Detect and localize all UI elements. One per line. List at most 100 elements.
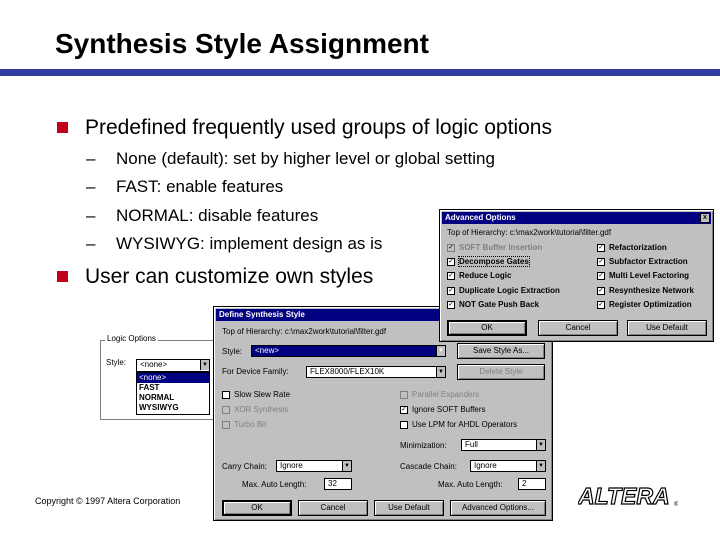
device-family-label: For Device Family:: [222, 367, 289, 376]
sub-item-text: NORMAL: disable features: [116, 206, 319, 225]
list-item[interactable]: NORMAL: [137, 393, 209, 403]
minimization-combo[interactable]: Full ▼: [461, 439, 546, 451]
style-label: Style:: [222, 347, 243, 356]
copyright-text: Copyright © 1997 Altera Corporation: [35, 496, 181, 506]
parallel-expanders-label: Parallel Expanders: [412, 390, 480, 399]
multi-level-factoring-label: Multi Level Factoring: [609, 271, 690, 280]
dash: –: [86, 234, 96, 253]
check-icon: ✓: [598, 301, 604, 308]
slow-slew-label: Slow Slew Rate: [234, 390, 291, 399]
carry-chain-label: Carry Chain:: [222, 462, 267, 471]
logo-registered-mark: ®: [674, 501, 678, 508]
dialog-title-bar: Advanced Options x: [442, 212, 711, 224]
turbo-bit-checkbox[interactable]: [222, 421, 230, 429]
top-of-hierarchy-label: Top of Hierarchy: c:\max2work\tutorial\f…: [447, 228, 612, 237]
cascade-chain-label: Cascade Chain:: [400, 462, 457, 471]
chevron-down-icon[interactable]: ▼: [536, 461, 545, 471]
register-optimization-checkbox[interactable]: ✓: [597, 301, 605, 309]
combo-value: Ignore: [474, 461, 497, 470]
multi-level-factoring-checkbox[interactable]: ✓: [597, 272, 605, 280]
list-item[interactable]: WYSIWYG: [137, 403, 209, 413]
slow-slew-checkbox[interactable]: [222, 391, 230, 399]
advanced-options-dialog: Advanced Options x Top of Hierarchy: c:\m…: [439, 209, 714, 342]
chevron-down-icon[interactable]: ▼: [436, 367, 445, 377]
dash: –: [86, 177, 96, 196]
combo-value: FLEX8000/FLEX10K: [310, 367, 385, 376]
max-auto-length-input[interactable]: 32: [324, 478, 352, 490]
check-icon: ✓: [598, 244, 604, 251]
parallel-expanders-checkbox[interactable]: [400, 391, 408, 399]
soft-buffer-insertion-checkbox[interactable]: ✓: [447, 244, 455, 252]
refactorization-label: Refactorization: [609, 243, 667, 252]
combo-value: Full: [465, 440, 478, 449]
list-item[interactable]: FAST: [137, 383, 209, 393]
use-lpm-checkbox[interactable]: [400, 421, 408, 429]
resynthesize-network-checkbox[interactable]: ✓: [597, 287, 605, 295]
duplicate-logic-extraction-checkbox[interactable]: ✓: [447, 287, 455, 295]
not-gate-push-back-checkbox[interactable]: ✓: [447, 301, 455, 309]
sub-item-text: None (default): set by higher level or g…: [116, 149, 495, 168]
max-auto-length-input[interactable]: 2: [518, 478, 546, 490]
duplicate-logic-extraction-label: Duplicate Logic Extraction: [459, 286, 560, 295]
sub-item-none: – None (default): set by higher level or …: [86, 149, 495, 169]
combo-value: <new>: [255, 346, 280, 355]
use-default-button[interactable]: Use Default: [627, 320, 707, 336]
ok-button[interactable]: OK: [447, 320, 527, 336]
chevron-down-icon[interactable]: ▼: [436, 346, 445, 356]
check-icon: ✓: [598, 272, 604, 279]
check-icon: ✓: [448, 258, 454, 265]
bullet-predefined: Predefined frequently used groups of log…: [57, 116, 552, 140]
turbo-bit-label: Turbo Bit: [234, 420, 267, 429]
combo-value: Ignore: [280, 461, 303, 470]
cascade-chain-combo[interactable]: Ignore ▼: [470, 460, 546, 472]
not-gate-push-back-label: NOT Gate Push Back: [459, 300, 540, 309]
title-rule: [0, 69, 720, 76]
altera-logo: ALTERA ®: [578, 482, 678, 509]
decompose-gates-checkbox[interactable]: ✓: [447, 258, 455, 266]
dash: –: [86, 206, 96, 225]
minimization-label: Minimization:: [400, 441, 447, 450]
cancel-button[interactable]: Cancel: [298, 500, 368, 516]
bullet-customize: User can customize own styles: [57, 265, 373, 289]
slide-title: Synthesis Style Assignment: [55, 28, 429, 59]
combo-value: <none>: [140, 360, 168, 369]
dash: –: [86, 149, 96, 168]
cancel-button[interactable]: Cancel: [538, 320, 618, 336]
ignore-soft-buffers-checkbox[interactable]: ✓: [400, 406, 408, 414]
max-auto-length-label: Max. Auto Length:: [242, 480, 307, 489]
bullet-square-icon: [57, 122, 68, 133]
use-default-button[interactable]: Use Default: [374, 500, 444, 516]
reduce-logic-checkbox[interactable]: ✓: [447, 272, 455, 280]
sub-item-text: FAST: enable features: [116, 177, 284, 196]
ok-button[interactable]: OK: [222, 500, 292, 516]
xor-synthesis-label: XOR Synthesis: [234, 405, 289, 414]
delete-style-button[interactable]: Delete Style: [457, 364, 545, 380]
bullet-square-icon: [57, 271, 68, 282]
chevron-down-icon[interactable]: ▼: [536, 440, 545, 450]
advanced-options-button[interactable]: Advanced Options...: [450, 500, 546, 516]
check-icon: ✓: [598, 258, 604, 265]
device-family-combo[interactable]: FLEX8000/FLEX10K ▼: [306, 366, 446, 378]
close-icon[interactable]: x: [700, 213, 710, 223]
bullet-text: User can customize own styles: [85, 265, 374, 288]
reduce-logic-label: Reduce Logic: [459, 271, 512, 280]
chevron-down-icon[interactable]: ▼: [200, 360, 209, 370]
list-item[interactable]: <none>: [137, 373, 209, 383]
style-combo[interactable]: <new> ▼: [251, 345, 446, 357]
check-icon: ✓: [448, 244, 454, 251]
dialog-title: Advanced Options: [445, 213, 516, 222]
refactorization-checkbox[interactable]: ✓: [597, 244, 605, 252]
resynthesize-network-label: Resynthesize Network: [609, 286, 694, 295]
xor-synthesis-checkbox[interactable]: [222, 406, 230, 414]
logic-style-list[interactable]: <none> FAST NORMAL WYSIWYG: [136, 372, 210, 415]
logo-text: ALTERA: [578, 483, 670, 509]
logic-options-title: Logic Options: [105, 334, 158, 343]
check-icon: ✓: [448, 301, 454, 308]
subfactor-extraction-checkbox[interactable]: ✓: [597, 258, 605, 266]
chevron-down-icon[interactable]: ▼: [342, 461, 351, 471]
logic-style-combo[interactable]: <none> ▼: [136, 359, 210, 372]
logic-style-label: Style:: [106, 358, 127, 367]
sub-item-normal: – NORMAL: disable features: [86, 206, 318, 226]
carry-chain-combo[interactable]: Ignore ▼: [276, 460, 352, 472]
save-style-as-button[interactable]: Save Style As...: [457, 343, 545, 359]
